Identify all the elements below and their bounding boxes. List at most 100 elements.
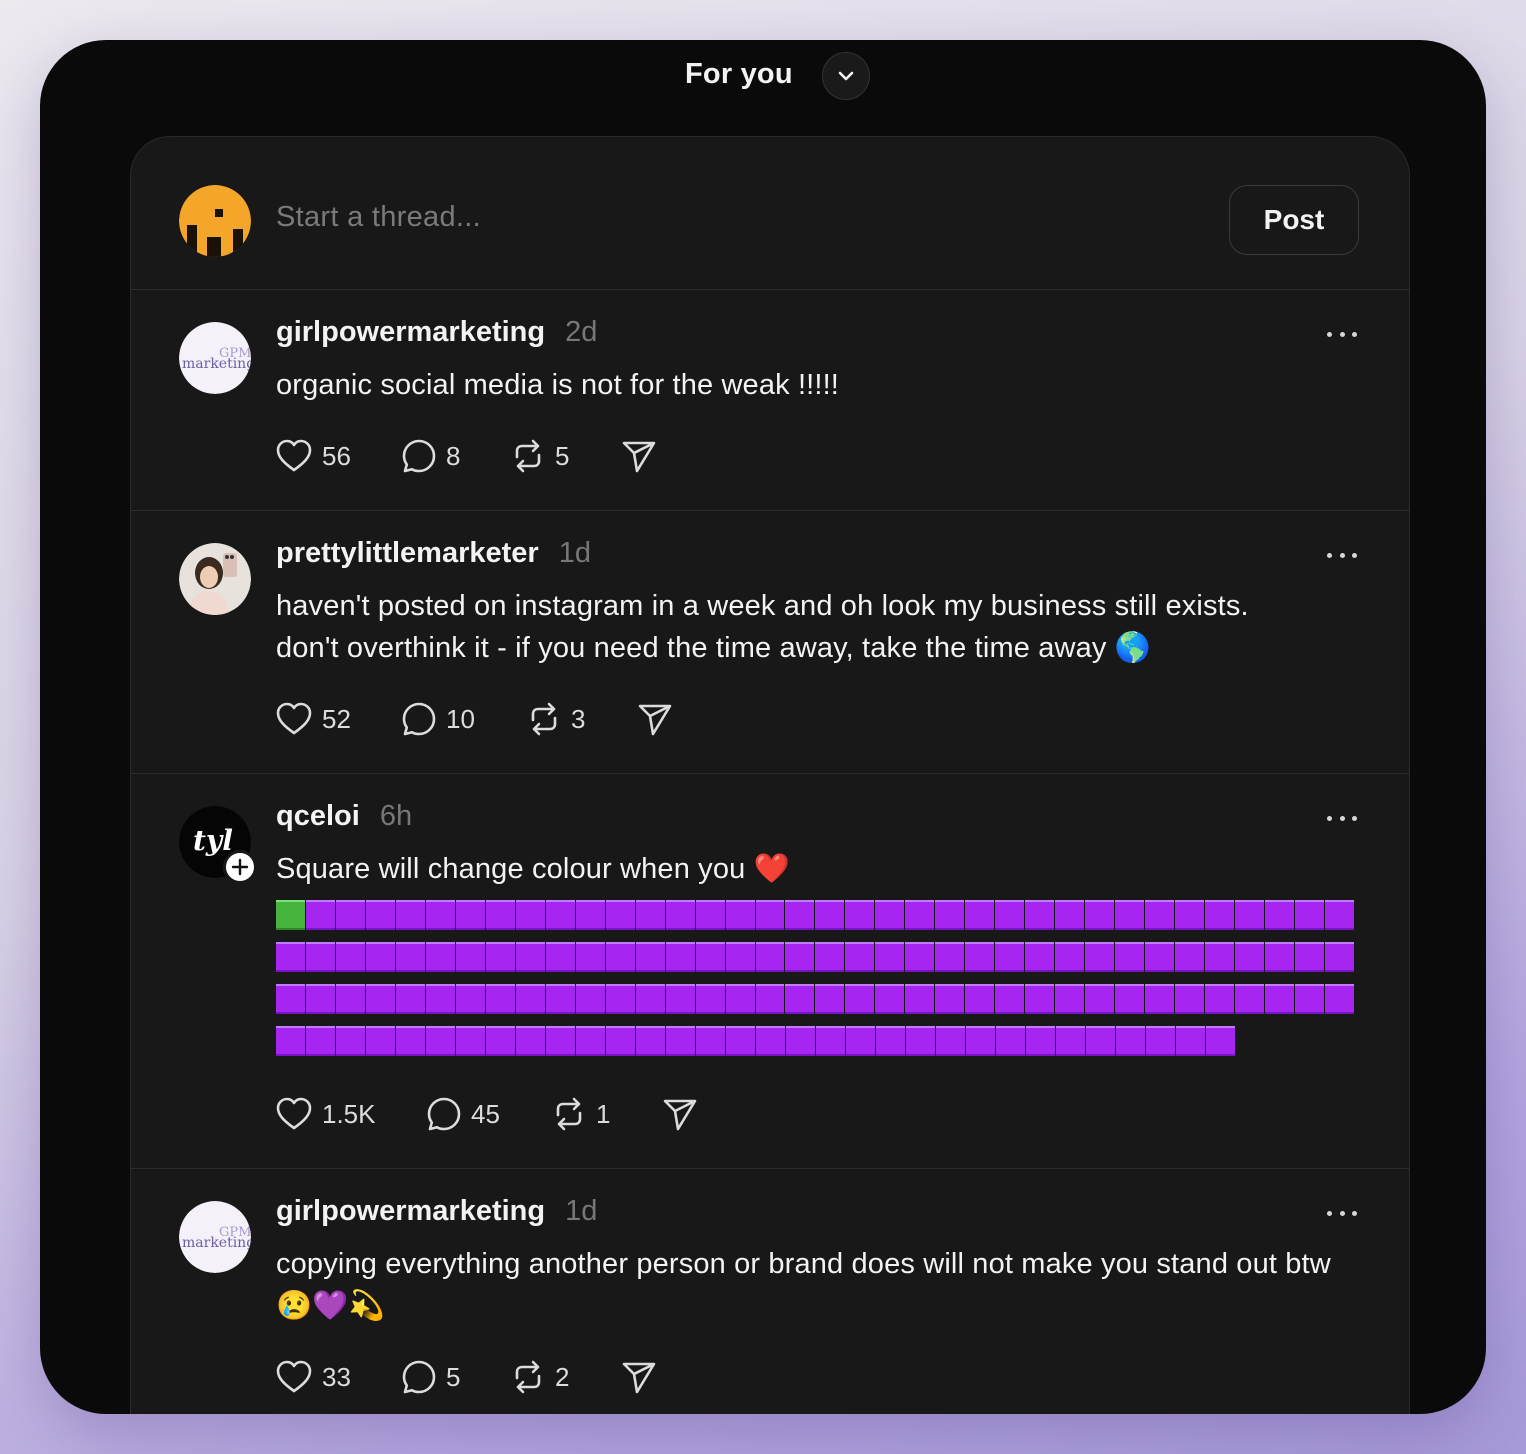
square-row [276,900,1355,930]
purple-square [996,1026,1025,1056]
purple-square [965,984,995,1014]
purple-square [786,1026,815,1056]
purple-square [1115,900,1145,930]
purple-square [845,984,875,1014]
purple-square [936,1026,965,1056]
purple-square [785,900,815,930]
share-button[interactable] [638,702,672,736]
purple-square [966,1026,995,1056]
purple-square [1235,900,1264,930]
purple-square [1294,942,1324,972]
purple-square [395,984,425,1014]
more-options-button[interactable] [1327,808,1357,828]
purple-square [576,1026,605,1056]
purple-square [1146,1026,1175,1056]
purple-square [635,900,665,930]
purple-square [816,1026,845,1056]
profile-photo-icon [179,543,251,615]
post-button[interactable]: Post [1229,185,1359,255]
repost-button[interactable]: 2 [511,1360,622,1394]
purple-square [696,1026,725,1056]
post-time: 1d [558,537,591,569]
reply-button[interactable]: 45 [427,1097,552,1131]
follow-button[interactable] [223,850,257,884]
purple-square [1026,1026,1055,1056]
purple-square [665,984,695,1014]
feed-switcher-button[interactable] [822,52,870,100]
purple-square [1055,984,1085,1014]
avatar[interactable]: GPM marketing [179,1201,251,1273]
reply-button[interactable]: 10 [402,702,527,736]
purple-square [755,984,785,1014]
app-window: For you Start a thread... Post GPM marke… [40,40,1486,1414]
repost-button[interactable]: 1 [552,1097,663,1131]
repost-icon [515,439,541,473]
like-button[interactable]: 33 [276,1360,402,1394]
square-emoji-grid [276,900,1355,1056]
purple-square [785,942,815,972]
more-options-button[interactable] [1327,324,1357,344]
post-username[interactable]: qceloi [276,800,360,833]
purple-square [1176,1026,1205,1056]
post-text: organic social media is not for the weak… [276,369,839,401]
svg-text:tyl: tyl [193,824,233,857]
like-button[interactable]: 1.5K [276,1097,427,1131]
purple-square [1324,900,1354,930]
reply-count: 45 [471,1098,500,1129]
like-button[interactable]: 56 [276,439,402,473]
post-username[interactable]: girlpowermarketing [276,1195,545,1228]
purple-square [1235,984,1264,1014]
avatar[interactable]: GPM marketing [179,322,251,394]
share-button[interactable] [663,1097,697,1131]
purple-square [1145,984,1175,1014]
purple-square [756,1026,785,1056]
like-count: 33 [322,1361,351,1392]
user-avatar-icon [179,185,251,257]
purple-square [335,900,365,930]
purple-square [1294,984,1324,1014]
purple-square [1085,984,1115,1014]
purple-square [395,942,425,972]
purple-square [605,942,635,972]
purple-square [1205,942,1234,972]
more-options-button[interactable] [1327,1203,1357,1223]
post-username[interactable]: girlpowermarketing [276,316,545,349]
purple-square [455,984,485,1014]
like-count: 1.5K [322,1098,376,1129]
purple-square [876,1026,905,1056]
purple-square [666,1026,695,1056]
purple-square [545,942,575,972]
comment-icon [402,702,436,736]
purple-square [425,900,455,930]
purple-square [485,984,515,1014]
purple-square [1115,942,1145,972]
post-username[interactable]: prettylittlemarketer [276,537,539,570]
share-button[interactable] [622,1360,656,1394]
send-icon [622,441,656,473]
avatar[interactable] [179,543,251,615]
like-button[interactable]: 52 [276,702,402,736]
my-avatar[interactable] [179,185,251,257]
share-button[interactable] [622,439,656,473]
purple-square [1055,942,1085,972]
more-options-button[interactable] [1327,545,1357,565]
post-time: 2d [565,316,598,348]
purple-square [965,942,995,972]
purple-square [905,900,935,930]
purple-square [456,1026,485,1056]
purple-square [755,900,785,930]
post-time: 6h [379,800,413,832]
thread-input[interactable]: Start a thread... [276,201,481,234]
purple-square [695,984,725,1014]
repost-button[interactable]: 3 [527,702,638,736]
comment-icon [402,439,436,473]
purple-square [1056,1026,1085,1056]
purple-square [1116,1026,1145,1056]
repost-button[interactable]: 5 [511,439,622,473]
thread-post: prettylittlemarketer 1d haven't posted o… [131,511,1409,774]
purple-square [515,900,545,930]
reply-button[interactable]: 5 [402,1360,511,1394]
purple-square [935,984,965,1014]
thread-post: GPM marketing girlpowermarketing 2d orga… [131,290,1409,511]
reply-button[interactable]: 8 [402,439,511,473]
